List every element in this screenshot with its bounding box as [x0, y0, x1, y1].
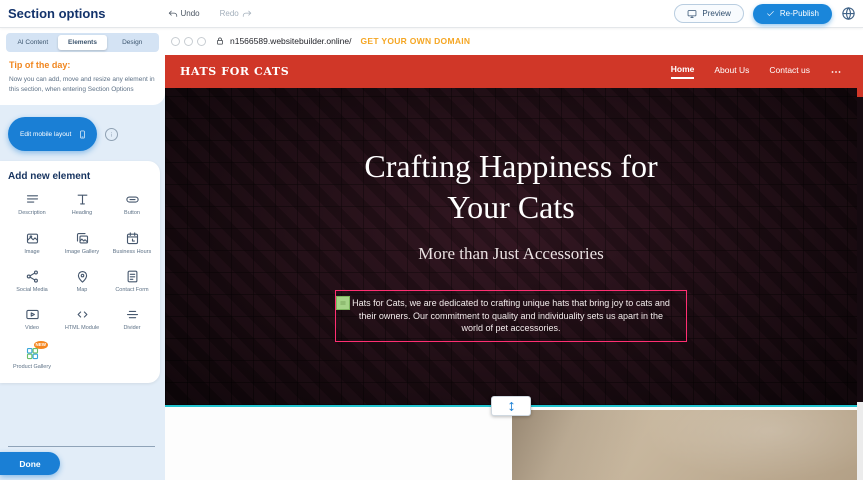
hero-title-line2: Your Cats — [364, 187, 657, 228]
element-social-media[interactable]: Social Media — [8, 269, 56, 294]
html-module-icon — [75, 307, 90, 322]
browser-chrome-bar: n1566589.websitebuilder.online/ GET YOUR… — [165, 27, 863, 55]
sidebar-divider — [8, 446, 155, 447]
image-gallery-icon — [75, 231, 90, 246]
republish-label: Re-Publish — [780, 9, 819, 18]
window-dot — [184, 37, 193, 46]
redo-label: Redo — [220, 9, 239, 18]
page-title: Section options — [8, 6, 106, 21]
description-icon — [25, 192, 40, 207]
divider-icon — [125, 307, 140, 322]
business-hours-icon — [125, 231, 140, 246]
tip-body: Now you can add, move and resize any ele… — [9, 75, 156, 95]
video-icon — [25, 307, 40, 322]
tab-elements[interactable]: Elements — [58, 35, 108, 50]
phone-icon — [78, 127, 87, 142]
done-button[interactable]: Done — [0, 452, 60, 475]
window-dots — [171, 37, 206, 46]
undo-icon — [168, 9, 178, 19]
hero-title[interactable]: Crafting Happiness for Your Cats — [364, 146, 657, 228]
element-divider[interactable]: Divider — [108, 307, 156, 332]
image-icon — [25, 231, 40, 246]
new-badge: NEW — [34, 341, 49, 350]
monitor-icon — [687, 9, 697, 19]
section-resize-handle[interactable] — [491, 396, 531, 416]
drag-handle[interactable] — [336, 296, 350, 310]
contact-form-icon — [125, 269, 140, 284]
hero-title-line1: Crafting Happiness for — [364, 146, 657, 187]
next-section-area — [165, 407, 857, 480]
nav-home[interactable]: Home — [671, 64, 695, 79]
tip-of-the-day: Tip of the day: Now you can add, move an… — [6, 52, 159, 95]
sidebar-tabs: AI Content Elements Design — [6, 33, 159, 52]
sidebar: AI Content Elements Design Tip of the da… — [0, 27, 165, 480]
lock-icon — [215, 36, 225, 46]
add-panel-title: Add new element — [8, 171, 156, 182]
preview-button[interactable]: Preview — [674, 4, 743, 23]
canvas-edge-strip — [857, 55, 863, 480]
site-logo[interactable]: HATS FOR CATS — [180, 65, 289, 78]
site-url: n1566589.websitebuilder.online/ — [230, 36, 351, 46]
site-header[interactable]: HATS FOR CATS Home About Us Contact us — [165, 55, 857, 88]
element-grid: Description Heading Button Image Image G… — [8, 192, 156, 371]
button-icon — [125, 192, 140, 207]
social-media-icon — [25, 269, 40, 284]
site-preview: HATS FOR CATS Home About Us Contact us C… — [165, 55, 857, 480]
window-dot — [171, 37, 180, 46]
app-root: Section options Undo Redo Preview Re-Pub… — [0, 0, 863, 480]
next-section-image[interactable] — [512, 410, 857, 480]
history-controls: Undo Redo — [168, 9, 252, 19]
hero-text-box[interactable]: Hats for Cats, we are dedicated to craft… — [335, 290, 687, 342]
canvas-workspace: n1566589.websitebuilder.online/ GET YOUR… — [165, 27, 863, 480]
top-toolbar: Section options Undo Redo Preview Re-Pub… — [0, 0, 863, 28]
window-dot — [197, 37, 206, 46]
site-nav: Home About Us Contact us — [671, 64, 842, 79]
resize-arrows-icon — [506, 400, 517, 413]
edge-strip-hero — [857, 97, 863, 402]
redo-icon — [242, 9, 252, 19]
element-contact-form[interactable]: Contact Form — [108, 269, 156, 294]
tab-design[interactable]: Design — [107, 35, 157, 50]
get-domain-link[interactable]: GET YOUR OWN DOMAIN — [360, 36, 470, 46]
element-map[interactable]: Map — [58, 269, 106, 294]
edit-mobile-layout-button[interactable]: Edit mobile layout — [8, 117, 97, 151]
undo-button[interactable]: Undo — [168, 9, 200, 19]
drag-handle-icon — [339, 299, 347, 307]
element-business-hours[interactable]: Business Hours — [108, 231, 156, 256]
add-new-element-panel: Add new element Description Heading Butt… — [0, 161, 160, 383]
edit-mobile-layout-label: Edit mobile layout — [20, 131, 71, 138]
edge-strip-footer — [857, 402, 863, 480]
element-video[interactable]: Video — [8, 307, 56, 332]
preview-label: Preview — [702, 9, 730, 18]
redo-button[interactable]: Redo — [220, 9, 252, 19]
heading-icon — [75, 192, 90, 207]
element-description[interactable]: Description — [8, 192, 56, 217]
nav-about-us[interactable]: About Us — [714, 65, 749, 78]
sidebar-top-panel: AI Content Elements Design Tip of the da… — [0, 27, 165, 105]
undo-label: Undo — [181, 9, 200, 18]
element-html-module[interactable]: HTML Module — [58, 307, 106, 332]
info-icon[interactable] — [105, 128, 118, 141]
element-image-gallery[interactable]: Image Gallery — [58, 231, 106, 256]
element-image[interactable]: Image — [8, 231, 56, 256]
hero-section[interactable]: Crafting Happiness for Your Cats More th… — [165, 88, 857, 405]
hero-paragraph: Hats for Cats, we are dedicated to craft… — [352, 298, 670, 334]
toolbar-actions: Preview Re-Publish — [674, 4, 856, 24]
mobile-layout-row: Edit mobile layout — [0, 105, 165, 161]
nav-more-icon[interactable] — [830, 66, 842, 78]
edge-strip-header — [857, 55, 863, 97]
tab-ai-content[interactable]: AI Content — [8, 35, 58, 50]
element-heading[interactable]: Heading — [58, 192, 106, 217]
check-icon — [766, 9, 775, 18]
globe-icon[interactable] — [841, 6, 856, 21]
nav-contact-us[interactable]: Contact us — [769, 65, 810, 78]
element-product-gallery[interactable]: NEW Product Gallery — [8, 346, 56, 371]
element-button[interactable]: Button — [108, 192, 156, 217]
republish-button[interactable]: Re-Publish — [753, 4, 832, 24]
tip-heading: Tip of the day: — [9, 60, 156, 70]
hero-subtitle[interactable]: More than Just Accessories — [418, 244, 604, 264]
map-icon — [75, 269, 90, 284]
